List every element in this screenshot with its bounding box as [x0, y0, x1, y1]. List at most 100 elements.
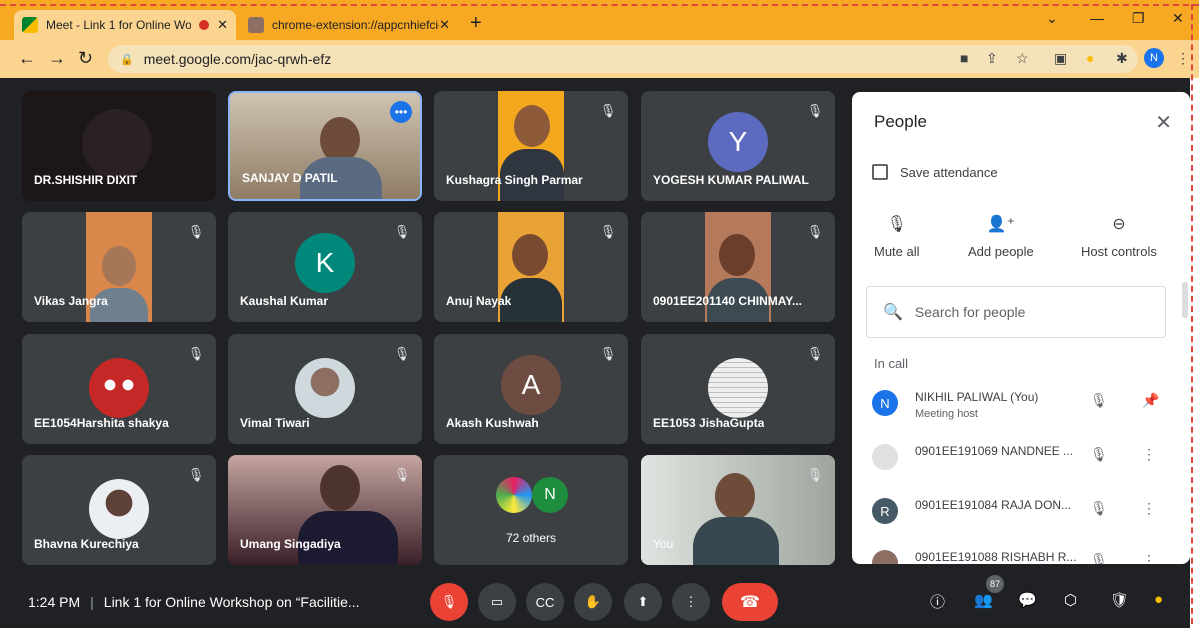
mic-toggle-icon[interactable]: 🎙 — [430, 583, 468, 621]
add-people-button[interactable]: 👤⁺ Add people — [968, 214, 1034, 259]
panel-scrollbar[interactable] — [1182, 282, 1188, 318]
participant-name: Bhavna Kurechiya — [34, 537, 139, 551]
extension-favicon-icon — [248, 17, 264, 33]
participant-tile[interactable]: 🎙 Vikas Jangra — [22, 212, 216, 322]
mute-all-button[interactable]: 🎙 Mute all — [874, 214, 920, 259]
tab-meet[interactable]: Meet - Link 1 for Online Wor ✕ — [14, 10, 236, 40]
muted-mic-icon: 🎙 — [806, 346, 824, 361]
participant-tile[interactable]: 🎙 Kushagra Singh Parmar — [434, 91, 628, 201]
tab-title: chrome-extension://appcnhiefcic — [272, 18, 440, 32]
close-window-icon[interactable]: ✕ — [1172, 10, 1184, 27]
add-people-label: Add people — [968, 244, 1034, 259]
restore-icon[interactable]: ❐ — [1132, 10, 1145, 27]
save-icon — [872, 164, 888, 180]
share-icon[interactable]: ⇪ — [986, 50, 998, 67]
participant-tile[interactable]: A 🎙 Akash Kushwah — [434, 334, 628, 444]
participant-tile[interactable]: 🎙 Anuj Nayak — [434, 212, 628, 322]
back-icon[interactable]: ← — [18, 48, 36, 69]
participant-tile[interactable]: 🎙 Vimal Tiwari — [228, 334, 422, 444]
raise-hand-icon[interactable]: ✋ — [574, 583, 612, 621]
camera-in-use-icon[interactable]: ■ — [960, 50, 968, 66]
list-item[interactable]: 0901EE191088 RISHABH R... 🎙 ⋮ — [872, 546, 1172, 564]
avatar — [89, 479, 149, 539]
participant-tile[interactable]: 🎙 EE1054Harshita shakya — [22, 334, 216, 444]
activities-icon[interactable]: ⬡ — [1064, 591, 1077, 609]
person-name: NIKHIL PALIWAL (You) — [915, 390, 1039, 404]
camera-toggle-icon[interactable]: ▭ — [478, 583, 516, 621]
muted-mic-icon[interactable]: 🎙 — [1090, 552, 1108, 564]
reload-icon[interactable]: ↻ — [78, 48, 93, 69]
host-controls-button[interactable]: ⊖ Host controls — [1081, 214, 1157, 259]
browser-menu-icon[interactable]: ⋮ — [1176, 50, 1190, 67]
participant-tile[interactable]: Y 🎙 YOGESH KUMAR PALIWAL — [641, 91, 835, 201]
new-tab-icon[interactable]: + — [470, 12, 482, 35]
minimize-icon[interactable]: — — [1090, 10, 1104, 26]
participant-tile[interactable]: 🎙 Umang Singadiya — [228, 455, 422, 565]
meeting-details[interactable]: 1:24 PM | Link 1 for Online Workshop on … — [28, 594, 360, 610]
extension-bulb-icon[interactable]: ● — [1154, 591, 1163, 608]
participant-tile[interactable]: K 🎙 Kaushal Kumar — [228, 212, 422, 322]
in-call-heading: In call — [874, 356, 908, 371]
meeting-info-icon[interactable]: ⓘ — [930, 591, 945, 612]
muted-mic-icon[interactable]: 🎙 — [1090, 392, 1108, 409]
end-call-icon[interactable]: ☎ — [722, 583, 778, 621]
muted-mic-icon[interactable]: 🎙 — [1090, 446, 1108, 463]
people-icon[interactable]: 👥 — [974, 591, 993, 609]
tab-extension[interactable]: chrome-extension://appcnhiefcic ✕ — [240, 10, 458, 40]
person-shape — [320, 465, 360, 511]
bookmark-star-icon[interactable]: ☆ — [1016, 50, 1029, 67]
puzzle-extensions-icon[interactable]: ✱ — [1116, 50, 1128, 67]
forward-icon[interactable]: → — [48, 48, 66, 69]
self-view-tile[interactable]: 🎙 You — [641, 455, 835, 565]
avatar: N — [872, 390, 898, 416]
host-controls-icon[interactable]: 🛡 — [1110, 591, 1129, 609]
participant-name: EE1053 JishaGupta — [653, 416, 765, 430]
muted-mic-icon: 🎙 — [599, 103, 617, 118]
host-actions: 🎙 Mute all 👤⁺ Add people ⊖ Host controls — [852, 214, 1190, 264]
selection-border-right — [1191, 4, 1193, 624]
participant-tile[interactable]: 🎙 0901EE201140 CHINMAY... — [641, 212, 835, 322]
muted-mic-icon: 🎙 — [806, 224, 824, 239]
participant-tile[interactable]: N 72 others — [434, 455, 628, 565]
participant-tile[interactable]: DR.SHISHIR DIXIT — [22, 91, 216, 201]
tab-title: Meet - Link 1 for Online Wor — [46, 18, 192, 32]
url-text: meet.google.com/jac-qrwh-efz — [143, 51, 332, 67]
participant-tile[interactable]: ••• SANJAY D PATIL — [228, 91, 422, 201]
others-count: 72 others — [505, 531, 557, 545]
participant-tile[interactable]: 🎙 Bhavna Kurechiya — [22, 455, 216, 565]
captions-icon[interactable]: CC — [526, 583, 564, 621]
more-options-icon[interactable]: ⋮ — [1142, 500, 1156, 517]
list-item[interactable]: R 0901EE191084 RAJA DON... 🎙 ⋮ — [872, 494, 1172, 534]
person-shape — [715, 473, 755, 519]
profile-avatar[interactable]: N — [1144, 48, 1164, 68]
more-options-icon[interactable]: ⋮ — [1142, 446, 1156, 463]
present-screen-icon[interactable]: ⬆ — [624, 583, 662, 621]
close-tab-icon[interactable]: ✕ — [217, 17, 228, 33]
search-people-input[interactable]: 🔍 Search for people — [866, 286, 1166, 338]
chat-icon[interactable]: 💬 — [1018, 591, 1037, 609]
participants-badge: 87 — [986, 575, 1004, 593]
pin-icon[interactable]: 📌 — [1142, 392, 1159, 409]
more-options-icon[interactable]: ⋮ — [1142, 552, 1156, 564]
muted-mic-icon[interactable]: 🎙 — [1090, 500, 1108, 517]
list-item[interactable]: N NIKHIL PALIWAL (You) Meeting host 🎙 📌 — [872, 386, 1172, 426]
avatar: A — [501, 355, 561, 415]
more-options-icon[interactable]: ⋮ — [672, 583, 710, 621]
address-bar[interactable]: 🔒 meet.google.com/jac-qrwh-efz — [108, 45, 1138, 73]
meeting-title: Link 1 for Online Workshop on “Facilitie… — [103, 594, 360, 610]
toggle-icon: ⊖ — [1112, 216, 1126, 233]
tab-search-icon[interactable]: ⌄ — [1046, 10, 1058, 27]
close-tab-icon[interactable]: ✕ — [439, 17, 450, 33]
more-options-icon[interactable]: ••• — [390, 101, 412, 123]
save-attendance-button[interactable]: Save attendance — [872, 164, 998, 180]
extension-icon[interactable]: ▣ — [1054, 50, 1067, 67]
participant-tile[interactable]: 🎙 EE1053 JishaGupta — [641, 334, 835, 444]
add-person-icon: 👤⁺ — [986, 216, 1016, 233]
person-shape — [512, 234, 548, 276]
search-icon: 🔍 — [883, 304, 903, 321]
participant-name: EE1054Harshita shakya — [34, 416, 169, 430]
list-item[interactable]: 0901EE191069 NANDNEE ... 🎙 ⋮ — [872, 440, 1172, 480]
participant-name: You — [653, 537, 674, 551]
close-panel-icon[interactable]: ✕ — [1155, 110, 1172, 135]
bulb-extension-icon[interactable]: ● — [1086, 50, 1094, 66]
